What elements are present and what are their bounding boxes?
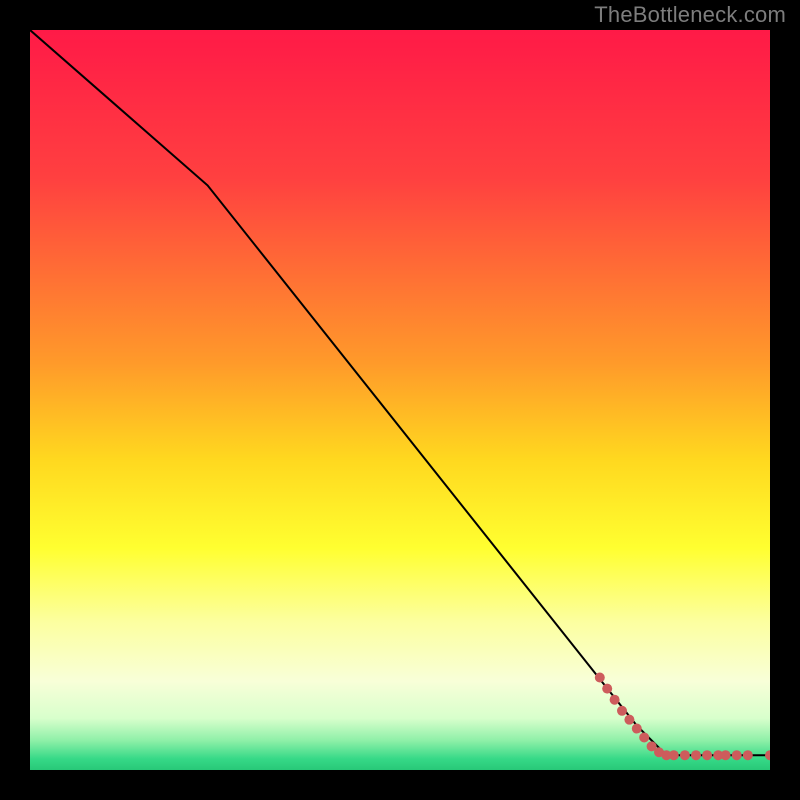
gradient-rect bbox=[30, 30, 770, 770]
data-point bbox=[632, 724, 642, 734]
data-point bbox=[702, 750, 712, 760]
chart-svg bbox=[30, 30, 770, 770]
data-point bbox=[743, 750, 753, 760]
data-point bbox=[595, 673, 605, 683]
chart-container: TheBottleneck.com bbox=[0, 0, 800, 800]
data-point bbox=[669, 750, 679, 760]
data-point bbox=[691, 750, 701, 760]
data-point bbox=[639, 732, 649, 742]
data-point bbox=[624, 715, 634, 725]
watermark-text: TheBottleneck.com bbox=[594, 2, 786, 28]
data-point bbox=[610, 695, 620, 705]
data-point bbox=[617, 706, 627, 716]
data-point bbox=[721, 750, 731, 760]
data-point bbox=[732, 750, 742, 760]
plot-area bbox=[30, 30, 770, 770]
data-point bbox=[602, 684, 612, 694]
data-point bbox=[680, 750, 690, 760]
